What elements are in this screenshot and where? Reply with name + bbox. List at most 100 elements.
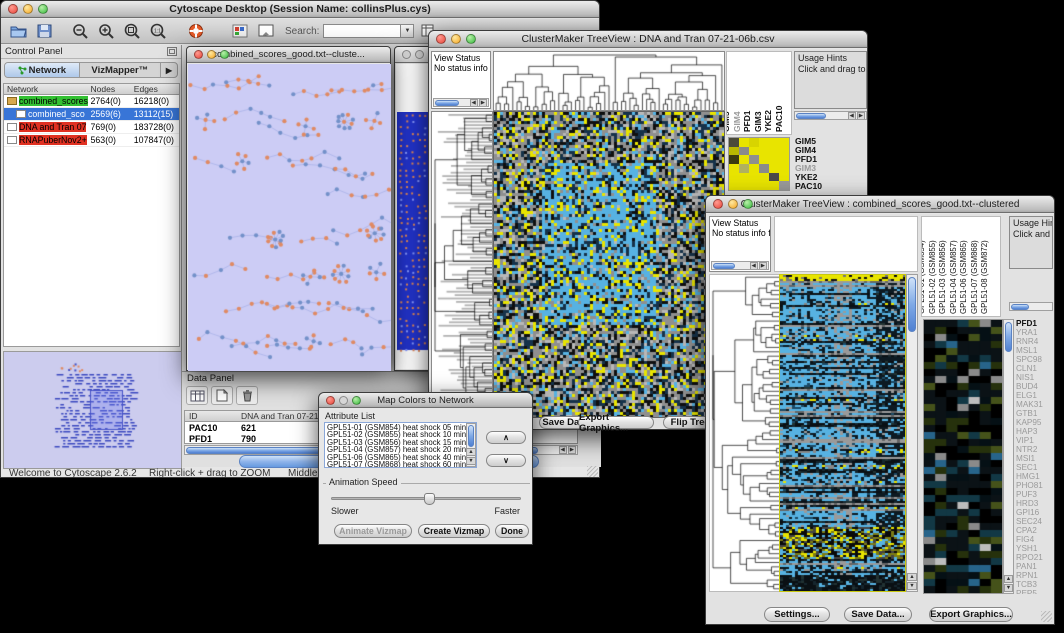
zoom-out-icon[interactable] — [69, 22, 91, 41]
scroll-right-icon[interactable]: ▶ — [759, 262, 767, 270]
usage-hints-scrollbar[interactable]: ◀▶ — [794, 111, 867, 120]
tab-vizmapper[interactable]: VizMapper™ — [80, 63, 161, 77]
network-overview-canvas[interactable] — [3, 351, 182, 469]
gene-label[interactable]: BUD4 — [1016, 382, 1054, 391]
column-gene-label[interactable]: GIM5 — [726, 112, 731, 132]
gene-label[interactable]: RPN1 — [1016, 571, 1054, 580]
array-column-label[interactable]: GPL51-07 (GSM868) — [970, 240, 979, 314]
gene-label[interactable]: NIS1 — [1016, 373, 1054, 382]
move-down-button[interactable]: ∨ — [486, 454, 526, 467]
network-table-row[interactable]: RNAPuberNov2+563(0)107847(0) — [4, 134, 179, 147]
matrix-cell[interactable] — [749, 147, 759, 156]
resize-grip[interactable] — [1041, 611, 1052, 622]
animate-vizmap-button[interactable]: Animate Vizmap — [334, 524, 412, 538]
array-column-label[interactable]: GPL51-03 (GSM856) — [938, 240, 947, 314]
treeview2-zoom-heatmap[interactable] — [923, 319, 1003, 594]
treeview1-row-dendrogram[interactable] — [431, 111, 493, 418]
zoom-button[interactable] — [466, 34, 476, 44]
treeview2-heatmap[interactable] — [779, 274, 906, 592]
minimize-button[interactable] — [23, 4, 33, 14]
matrix-cell[interactable] — [769, 155, 779, 164]
treeview2-column-dendrogram-area[interactable] — [774, 216, 918, 272]
gene-label[interactable]: ELG1 — [1016, 391, 1054, 400]
gene-label[interactable]: PUF3 — [1016, 490, 1054, 499]
matrix-cell[interactable] — [729, 138, 739, 147]
attribute-list-item[interactable]: GPL51-07 (GSM868) heat shock 60 min — [327, 461, 474, 468]
matrix-cell[interactable] — [739, 147, 749, 156]
gene-label[interactable]: HMG1 — [1016, 472, 1054, 481]
gene-label[interactable]: NTR2 — [1016, 445, 1054, 454]
network-table-row[interactable]: DNA and Tran 07769(0)183728(0) — [4, 121, 179, 134]
select-attributes-icon[interactable] — [186, 386, 208, 405]
slider-thumb[interactable] — [424, 493, 435, 505]
search-input[interactable] — [323, 24, 401, 38]
gene-label[interactable]: PEP5 — [1016, 589, 1054, 594]
zoom-button[interactable] — [38, 4, 48, 14]
zoom-fit-icon[interactable] — [121, 22, 143, 41]
gene-label[interactable]: PHO81 — [1016, 481, 1054, 490]
gene-label[interactable]: PFD1 — [1016, 319, 1054, 328]
gene-label[interactable]: PAN1 — [1016, 562, 1054, 571]
matrix-cell[interactable] — [749, 155, 759, 164]
column-gene-label[interactable]: PAC10 — [775, 106, 784, 132]
search-combo[interactable]: ▼ — [323, 24, 414, 38]
array-column-label[interactable]: GPL51-08 (GSM872) — [980, 240, 989, 314]
close-button[interactable] — [402, 50, 411, 59]
main-titlebar[interactable]: Cytoscape Desktop (Session Name: collins… — [1, 1, 599, 18]
array-column-label[interactable]: GPL51-02 (GSM855) — [928, 240, 937, 314]
matrix-cell[interactable] — [729, 181, 739, 190]
float-panel-icon[interactable] — [167, 43, 177, 61]
column-gene-label[interactable]: GIM4 — [733, 112, 742, 132]
matrix-cell[interactable] — [739, 138, 749, 147]
attribute-list-scrollbar[interactable]: ▲▼ — [466, 423, 476, 467]
scroll-down-icon[interactable]: ▼ — [1004, 584, 1013, 592]
view-status-scrollbar[interactable]: ◀▶ — [433, 98, 489, 107]
move-up-button[interactable]: ∧ — [486, 431, 526, 444]
gene-label[interactable]: PAC10 — [795, 182, 865, 191]
gene-label[interactable]: FIG4 — [1016, 535, 1054, 544]
matrix-cell[interactable] — [779, 155, 789, 164]
zoom-button[interactable] — [352, 396, 361, 405]
col-edges[interactable]: Edges — [134, 84, 179, 94]
save-data-button[interactable]: Save Data... — [844, 607, 912, 622]
gene-label[interactable]: SEC1 — [1016, 463, 1054, 472]
minimize-button[interactable] — [728, 199, 738, 209]
column-gene-label[interactable]: PFD1 — [743, 111, 752, 132]
data-col-id[interactable]: ID — [185, 411, 241, 421]
minimize-button[interactable] — [451, 34, 461, 44]
matrix-cell[interactable] — [749, 181, 759, 190]
minimize-button[interactable] — [207, 50, 216, 59]
scroll-left-icon[interactable]: ◀ — [559, 446, 567, 454]
save-icon[interactable] — [33, 22, 55, 41]
matrix-cell[interactable] — [759, 164, 769, 173]
matrix-cell[interactable] — [729, 173, 739, 182]
gene-label[interactable]: TCB3 — [1016, 580, 1054, 589]
scroll-down-icon[interactable]: ▼ — [907, 582, 916, 590]
treeview1-column-dendrogram[interactable] — [493, 51, 725, 111]
scroll-right-icon[interactable]: ▶ — [568, 446, 576, 454]
gene-label[interactable]: SPC98 — [1016, 355, 1054, 364]
scroll-down-icon[interactable]: ▼ — [466, 457, 475, 465]
done-button[interactable]: Done — [495, 524, 529, 538]
matrix-cell[interactable] — [759, 138, 769, 147]
matrix-cell[interactable] — [759, 173, 769, 182]
resize-grip[interactable] — [587, 466, 598, 477]
delete-attribute-icon[interactable] — [236, 386, 258, 405]
zoom-button[interactable] — [743, 199, 753, 209]
matrix-cell[interactable] — [749, 173, 759, 182]
matrix-cell[interactable] — [749, 164, 759, 173]
gene-label[interactable]: CPA2 — [1016, 526, 1054, 535]
matrix-cell[interactable] — [739, 173, 749, 182]
scroll-up-icon[interactable]: ▲ — [907, 573, 916, 581]
matrix-cell[interactable] — [729, 147, 739, 156]
annotation-icon[interactable] — [255, 22, 277, 41]
matrix-cell[interactable] — [779, 173, 789, 182]
column-gene-label[interactable]: YKE2 — [764, 110, 773, 132]
matrix-cell[interactable] — [779, 138, 789, 147]
open-folder-icon[interactable] — [7, 22, 29, 41]
new-attribute-icon[interactable] — [211, 386, 233, 405]
matrix-cell[interactable] — [739, 164, 749, 173]
matrix-cell[interactable] — [739, 181, 749, 190]
usage-hints-scrollbar[interactable] — [1009, 302, 1053, 311]
scroll-left-icon[interactable]: ◀ — [750, 262, 758, 270]
